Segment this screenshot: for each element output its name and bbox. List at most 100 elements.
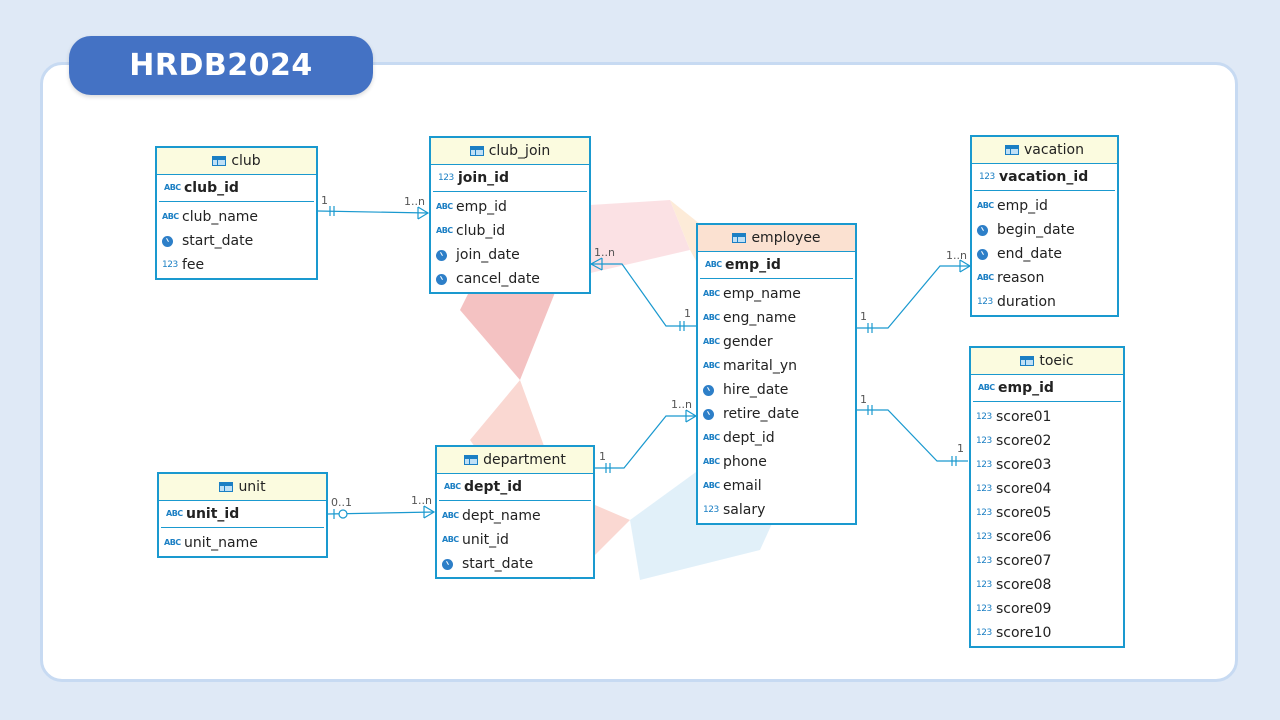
text-key-icon: ABC — [166, 509, 183, 518]
column-row: 123 score10 — [976, 625, 1052, 641]
column-row: ABC unit_name — [164, 535, 258, 551]
primary-key: emp_id — [998, 380, 1054, 396]
column-row: 123 score04 — [976, 481, 1052, 497]
table-club[interactable]: club ABC club_id ABC club_name start_date … — [155, 146, 318, 280]
column-row: ABC dept_name — [442, 508, 541, 524]
text-type-icon: ABC — [436, 226, 453, 235]
primary-key: emp_id — [725, 257, 781, 273]
number-type-icon: 123 — [976, 579, 992, 590]
column-row: 123 score06 — [976, 529, 1052, 545]
number-type-icon: 123 — [976, 603, 992, 614]
text-type-icon: ABC — [442, 511, 459, 520]
number-type-icon: 123 — [976, 627, 992, 638]
date-type-icon — [436, 273, 449, 285]
table-icon — [212, 156, 227, 166]
primary-key: vacation_id — [999, 169, 1089, 185]
column-row: ABC emp_name — [703, 286, 801, 302]
column-row: ABC phone — [703, 454, 767, 470]
text-key-icon: ABC — [164, 183, 181, 192]
date-type-icon — [442, 558, 455, 570]
table-name: unit — [238, 479, 266, 495]
cardinality-label: 1 — [321, 194, 328, 207]
text-type-icon: ABC — [703, 337, 720, 346]
table-vacation[interactable]: vacation 123 vacation_id ABC emp_id begin_… — [970, 135, 1119, 317]
table-name: club_join — [488, 143, 551, 159]
primary-key: join_id — [458, 170, 510, 186]
column-row: ABC reason — [977, 270, 1045, 286]
column-row: 123 score03 — [976, 457, 1052, 473]
table-icon — [219, 482, 234, 492]
number-key-icon: 123 — [979, 171, 995, 182]
cardinality-label: 0..1 — [331, 496, 352, 509]
number-type-icon: 123 — [703, 504, 719, 515]
cardinality-label: 1 — [684, 307, 691, 320]
column-row: ABC club_name — [162, 209, 259, 225]
column-row: cancel_date — [431, 267, 589, 291]
table-icon — [732, 233, 747, 243]
column-row: join_date — [431, 243, 589, 267]
column-row: ABC marital_yn — [703, 358, 797, 374]
column-row: 123 score01 — [976, 409, 1052, 425]
column-row: 123 score07 — [976, 553, 1052, 569]
table-icon — [1020, 356, 1035, 366]
table-name: department — [483, 452, 566, 468]
number-key-icon: 123 — [438, 172, 454, 183]
column-row: start_date — [437, 552, 593, 576]
primary-key: club_id — [184, 180, 239, 196]
column-row: 123 score09 — [976, 601, 1052, 617]
text-type-icon: ABC — [703, 361, 720, 370]
column-row: 123 score08 — [976, 577, 1052, 593]
number-type-icon: 123 — [976, 411, 992, 422]
table-club_join[interactable]: club_join 123 join_id ABC emp_id ABC club_i… — [429, 136, 591, 294]
text-type-icon: ABC — [977, 201, 994, 210]
table-toeic[interactable]: toeic ABC emp_id 123 score01 123 score02 12… — [969, 346, 1125, 648]
date-type-icon — [162, 235, 175, 247]
cardinality-label: 1..n — [404, 195, 425, 208]
table-unit[interactable]: unit ABC unit_id ABC unit_name — [157, 472, 328, 558]
date-type-icon — [436, 249, 449, 261]
cardinality-label: 1..n — [594, 246, 615, 259]
number-type-icon: 123 — [976, 459, 992, 470]
cardinality-label: 1 — [599, 450, 606, 463]
link-employee-vacation — [857, 265, 970, 329]
number-type-icon: 123 — [976, 531, 992, 542]
table-department[interactable]: department ABC dept_id ABC dept_name ABC un… — [435, 445, 595, 579]
cardinality-label: 1 — [957, 442, 964, 455]
text-type-icon: ABC — [442, 535, 459, 544]
column-row: 123 score02 — [976, 433, 1052, 449]
date-type-icon — [703, 384, 716, 396]
column-row: ABC dept_id — [703, 430, 775, 446]
cardinality-label: 1 — [860, 310, 867, 323]
table-employee[interactable]: employee ABC emp_id ABC emp_name ABC eng_na… — [696, 223, 857, 525]
link-department-employee — [595, 415, 696, 469]
table-name: club — [231, 153, 261, 169]
cardinality-label: 1 — [860, 393, 867, 406]
number-type-icon: 123 — [976, 555, 992, 566]
column-row: ABC eng_name — [703, 310, 797, 326]
column-row: ABC emp_id — [977, 198, 1048, 214]
primary-key: unit_id — [186, 506, 240, 522]
table-icon — [464, 455, 479, 465]
text-type-icon: ABC — [703, 313, 720, 322]
text-key-icon: ABC — [705, 260, 722, 269]
column-row: 123 fee — [162, 257, 205, 273]
table-icon — [1005, 145, 1020, 155]
text-type-icon: ABC — [703, 481, 720, 490]
column-row: end_date — [972, 242, 1117, 266]
column-row: ABC email — [703, 478, 762, 494]
text-type-icon: ABC — [436, 202, 453, 211]
column-row: hire_date — [698, 378, 855, 402]
text-type-icon: ABC — [703, 433, 720, 442]
link-club_join-employee — [591, 263, 696, 327]
text-type-icon: ABC — [703, 457, 720, 466]
table-name: employee — [751, 230, 821, 246]
text-type-icon: ABC — [162, 212, 179, 221]
column-row: 123 duration — [977, 294, 1056, 310]
column-row: retire_date — [698, 402, 855, 426]
text-type-icon: ABC — [703, 289, 720, 298]
number-type-icon: 123 — [162, 259, 178, 270]
column-row: ABC unit_id — [442, 532, 509, 548]
text-type-icon: ABC — [164, 538, 181, 547]
table-name: toeic — [1039, 353, 1074, 369]
text-key-icon: ABC — [444, 482, 461, 491]
